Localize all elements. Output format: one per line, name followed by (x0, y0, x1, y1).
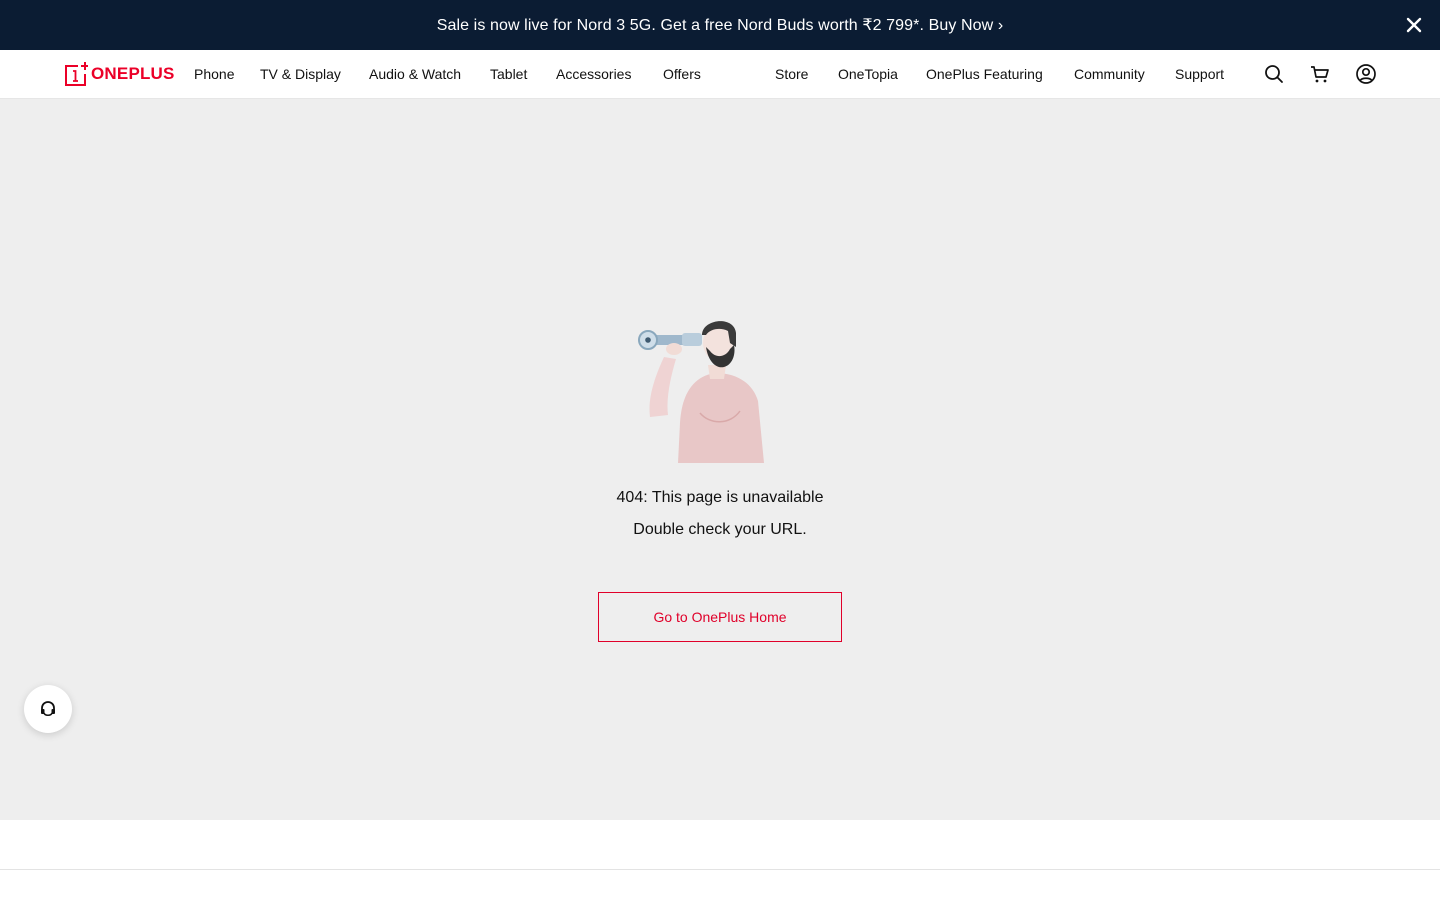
cart-icon[interactable] (1309, 63, 1331, 85)
nav-item-tablet[interactable]: Tablet (490, 50, 527, 99)
headset-support-icon (41, 701, 55, 716)
logo-wordmark: ONEPLUS (91, 64, 175, 83)
error-message-title: 404: This page is unavailable (616, 489, 824, 506)
error-message-hint: Double check your URL. (633, 521, 807, 538)
nav-item-onetopia[interactable]: OneTopia (838, 50, 898, 99)
close-icon[interactable] (1402, 13, 1426, 37)
nav-item-support[interactable]: Support (1175, 50, 1224, 99)
nav-item-phone[interactable]: Phone (194, 50, 234, 99)
error-page-content: 404: This page is unavailable Double che… (0, 99, 1440, 820)
footer-band (0, 820, 1440, 870)
main-nav: ONEPLUS Phone TV & Display Audio & Watch… (0, 50, 1440, 99)
promo-bar: Sale is now live for Nord 3 5G. Get a fr… (0, 0, 1440, 50)
nav-item-tv-display[interactable]: TV & Display (260, 50, 341, 99)
account-icon[interactable] (1355, 63, 1377, 85)
nav-item-offers[interactable]: Offers (663, 50, 701, 99)
support-chat-button[interactable] (24, 685, 72, 733)
nav-item-community[interactable]: Community (1074, 50, 1145, 99)
nav-item-accessories[interactable]: Accessories (556, 50, 631, 99)
nav-item-oneplus-featuring[interactable]: OnePlus Featuring (926, 50, 1043, 99)
promo-link[interactable]: Sale is now live for Nord 3 5G. Get a fr… (437, 15, 1004, 35)
oneplus-logo[interactable]: ONEPLUS (64, 61, 175, 87)
nav-item-store[interactable]: Store (775, 50, 808, 99)
oneplus-logo-icon (65, 62, 88, 86)
man-with-telescope-illustration (638, 321, 764, 463)
search-icon[interactable] (1263, 63, 1285, 85)
go-home-button[interactable]: Go to OnePlus Home (598, 592, 842, 642)
nav-item-audio-watch[interactable]: Audio & Watch (369, 50, 461, 99)
